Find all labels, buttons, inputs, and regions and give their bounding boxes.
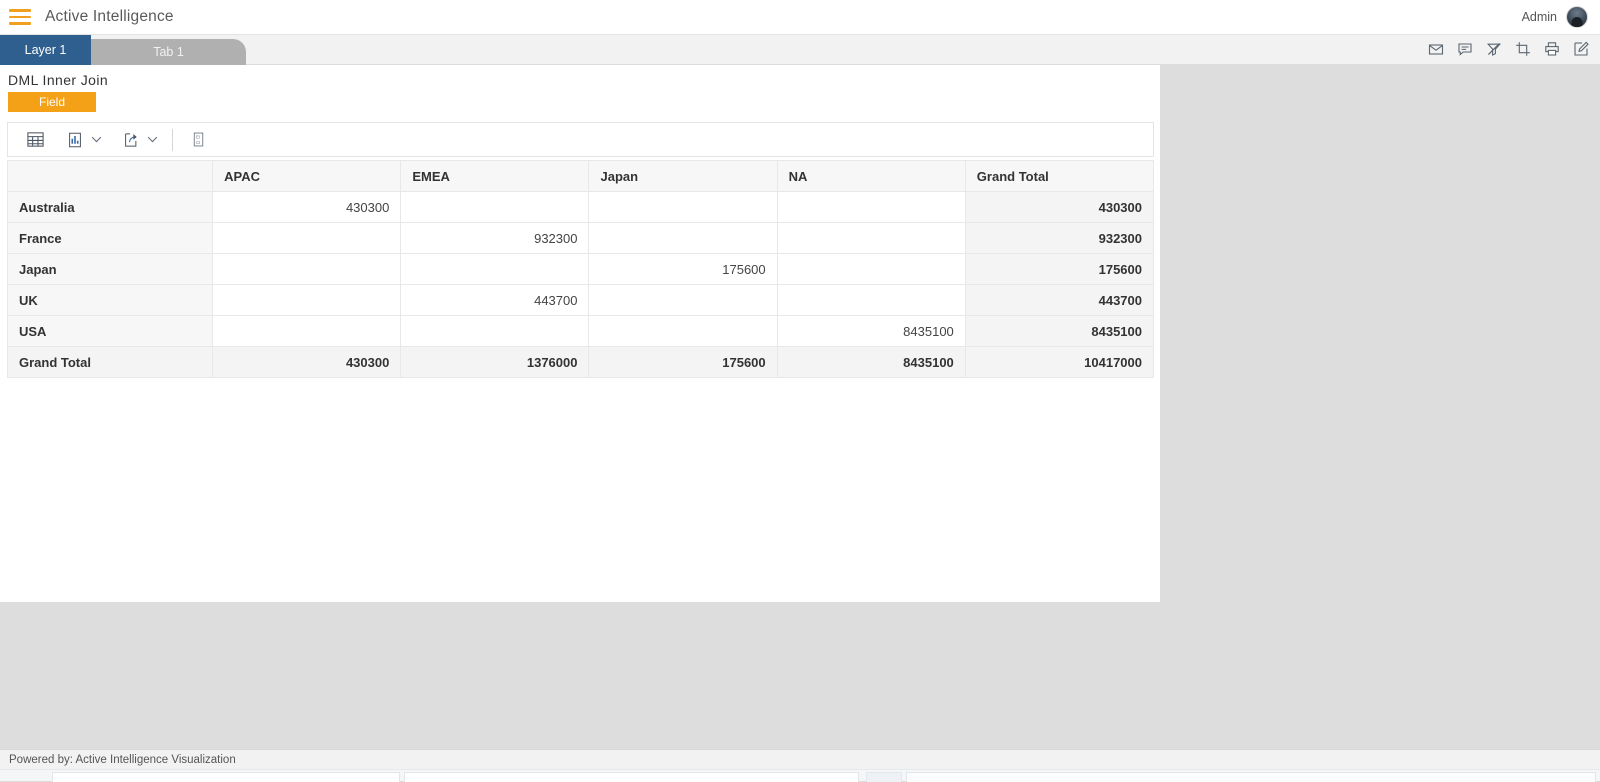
cell-value[interactable]: 443700	[401, 285, 589, 316]
column-header-grand-total[interactable]: Grand Total	[965, 161, 1153, 192]
cell-grand-total[interactable]: 443700	[965, 285, 1153, 316]
svg-text:EI: EI	[195, 135, 199, 140]
application-header: Active Intelligence Admin	[0, 0, 1600, 35]
chevron-down-icon[interactable]	[88, 129, 104, 151]
column-header-apac[interactable]: APAC	[213, 161, 401, 192]
cell-value[interactable]: 8435100	[777, 316, 965, 347]
mail-icon[interactable]	[1426, 39, 1446, 59]
page-title: DML Inner Join	[8, 72, 108, 88]
cell-value[interactable]	[777, 223, 965, 254]
total-cell[interactable]: 175600	[589, 347, 777, 378]
cell-value[interactable]	[213, 254, 401, 285]
column-header-corner[interactable]	[8, 161, 213, 192]
table-row[interactable]: USA 8435100 8435100	[8, 316, 1154, 347]
svg-text:CI: CI	[195, 140, 199, 145]
row-header[interactable]: Japan	[8, 254, 213, 285]
hamburger-icon[interactable]	[9, 9, 31, 25]
cell-grand-total[interactable]: 175600	[965, 254, 1153, 285]
cell-value[interactable]: 932300	[401, 223, 589, 254]
column-header-japan[interactable]: Japan	[589, 161, 777, 192]
filter-off-icon[interactable]	[1484, 39, 1504, 59]
cell-grand-total[interactable]: 8435100	[965, 316, 1153, 347]
cell-value[interactable]	[777, 192, 965, 223]
column-header-na[interactable]: NA	[777, 161, 965, 192]
total-cell-grand[interactable]: 10417000	[965, 347, 1153, 378]
cell-value[interactable]	[589, 316, 777, 347]
total-cell[interactable]: 8435100	[777, 347, 965, 378]
user-label: Admin	[1522, 10, 1557, 24]
tab-tab-1-label: Tab 1	[153, 45, 184, 59]
report-canvas: DML Inner Join Field	[0, 65, 1160, 602]
cell-value[interactable]	[213, 223, 401, 254]
edit-icon[interactable]	[1571, 39, 1591, 59]
pivot-table: APAC EMEA Japan NA Grand Total Australia…	[7, 160, 1154, 378]
cell-value[interactable]	[401, 254, 589, 285]
script-icon[interactable]: EI CI	[185, 127, 211, 153]
total-cell[interactable]: 430300	[213, 347, 401, 378]
cell-value[interactable]: 430300	[213, 192, 401, 223]
field-button-label: Field	[39, 95, 65, 109]
table-row[interactable]: Japan 175600 175600	[8, 254, 1154, 285]
pivot-table-body: Australia 430300 430300 France 932300 93…	[8, 192, 1154, 378]
row-header[interactable]: USA	[8, 316, 213, 347]
cell-value[interactable]	[777, 285, 965, 316]
table-total-row[interactable]: Grand Total 430300 1376000 175600 843510…	[8, 347, 1154, 378]
row-header[interactable]: UK	[8, 285, 213, 316]
cell-value[interactable]	[213, 285, 401, 316]
cell-value[interactable]	[213, 316, 401, 347]
cell-value[interactable]	[589, 192, 777, 223]
tab-layer-1[interactable]: Layer 1	[0, 35, 91, 65]
cell-value[interactable]	[401, 192, 589, 223]
bar-chart-icon[interactable]	[62, 127, 88, 153]
cell-value[interactable]	[589, 223, 777, 254]
pivot-table-header: APAC EMEA Japan NA Grand Total	[8, 161, 1154, 192]
tab-layer-1-label: Layer 1	[25, 43, 67, 57]
table-row[interactable]: France 932300 932300	[8, 223, 1154, 254]
field-button[interactable]: Field	[8, 92, 96, 112]
os-taskbar	[0, 769, 1600, 781]
cell-grand-total[interactable]: 932300	[965, 223, 1153, 254]
cell-grand-total[interactable]: 430300	[965, 192, 1153, 223]
export-icon[interactable]	[118, 127, 144, 153]
cell-value[interactable]	[589, 285, 777, 316]
tab-action-toolbar	[1426, 39, 1591, 59]
comment-icon[interactable]	[1455, 39, 1475, 59]
footer-bar: Powered by: Active Intelligence Visualiz…	[0, 749, 1600, 769]
print-icon[interactable]	[1542, 39, 1562, 59]
total-cell[interactable]: 1376000	[401, 347, 589, 378]
tab-strip: Layer 1 Tab 1	[0, 35, 1600, 65]
widget-toolbar: EI CI	[7, 122, 1154, 157]
cell-value[interactable]	[777, 254, 965, 285]
cell-value[interactable]	[401, 316, 589, 347]
crop-icon[interactable]	[1513, 39, 1533, 59]
row-header[interactable]: France	[8, 223, 213, 254]
table-header-row: APAC EMEA Japan NA Grand Total	[8, 161, 1154, 192]
avatar[interactable]	[1566, 6, 1588, 28]
row-header[interactable]: Australia	[8, 192, 213, 223]
tab-tab-1[interactable]: Tab 1	[91, 39, 246, 65]
column-header-emea[interactable]: EMEA	[401, 161, 589, 192]
table-row[interactable]: Australia 430300 430300	[8, 192, 1154, 223]
cell-value[interactable]: 175600	[589, 254, 777, 285]
table-row[interactable]: UK 443700 443700	[8, 285, 1154, 316]
table-view-icon[interactable]	[22, 127, 48, 153]
chevron-down-icon[interactable]	[144, 129, 160, 151]
app-title: Active Intelligence	[45, 8, 174, 26]
header-user-area: Admin	[1522, 6, 1588, 28]
row-header-grand-total[interactable]: Grand Total	[8, 347, 213, 378]
toolbar-divider	[172, 129, 173, 151]
footer-text: Powered by: Active Intelligence Visualiz…	[9, 754, 236, 766]
